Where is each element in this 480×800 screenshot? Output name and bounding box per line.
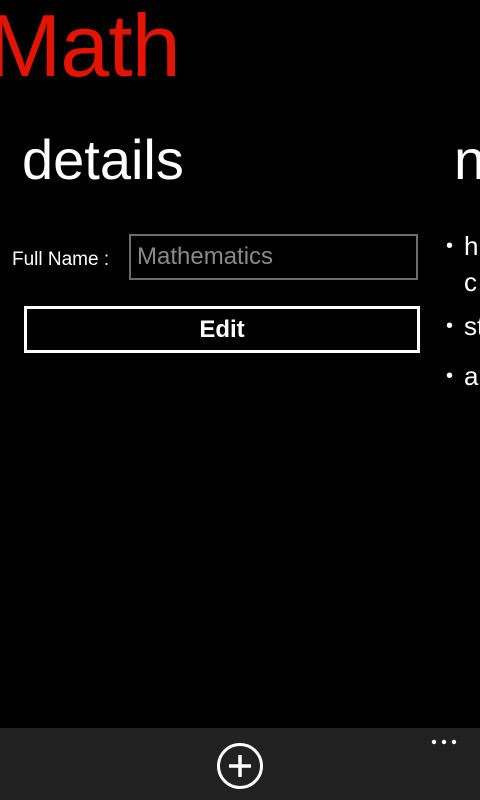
full-name-label: Full Name : xyxy=(12,249,110,270)
pivot-header-next[interactable]: n xyxy=(454,128,480,192)
add-button[interactable] xyxy=(216,742,264,790)
list-item-text: c xyxy=(464,267,477,297)
more-button[interactable] xyxy=(424,734,464,754)
bullet-icon: • xyxy=(446,315,454,337)
pivot-header-details[interactable]: details xyxy=(22,128,184,192)
screen: Math details n Full Name : Edit • h c • … xyxy=(0,0,480,800)
list-item-text: a xyxy=(464,361,479,391)
full-name-input[interactable] xyxy=(129,234,418,280)
bullet-icon: • xyxy=(446,235,454,257)
app-bar xyxy=(0,728,480,800)
next-pivot-list: • h c • st • a xyxy=(446,228,480,394)
edit-button[interactable]: Edit xyxy=(24,306,420,353)
app-title: Math xyxy=(0,0,181,95)
add-circle-icon xyxy=(217,743,263,789)
bullet-icon: • xyxy=(446,365,454,387)
list-item-text: st xyxy=(464,311,480,341)
list-item[interactable]: • h c xyxy=(446,228,480,308)
list-item[interactable]: • a xyxy=(446,358,480,394)
ellipsis-icon xyxy=(431,739,457,745)
list-item-text: h xyxy=(464,231,479,261)
list-item[interactable]: • st xyxy=(446,308,480,358)
